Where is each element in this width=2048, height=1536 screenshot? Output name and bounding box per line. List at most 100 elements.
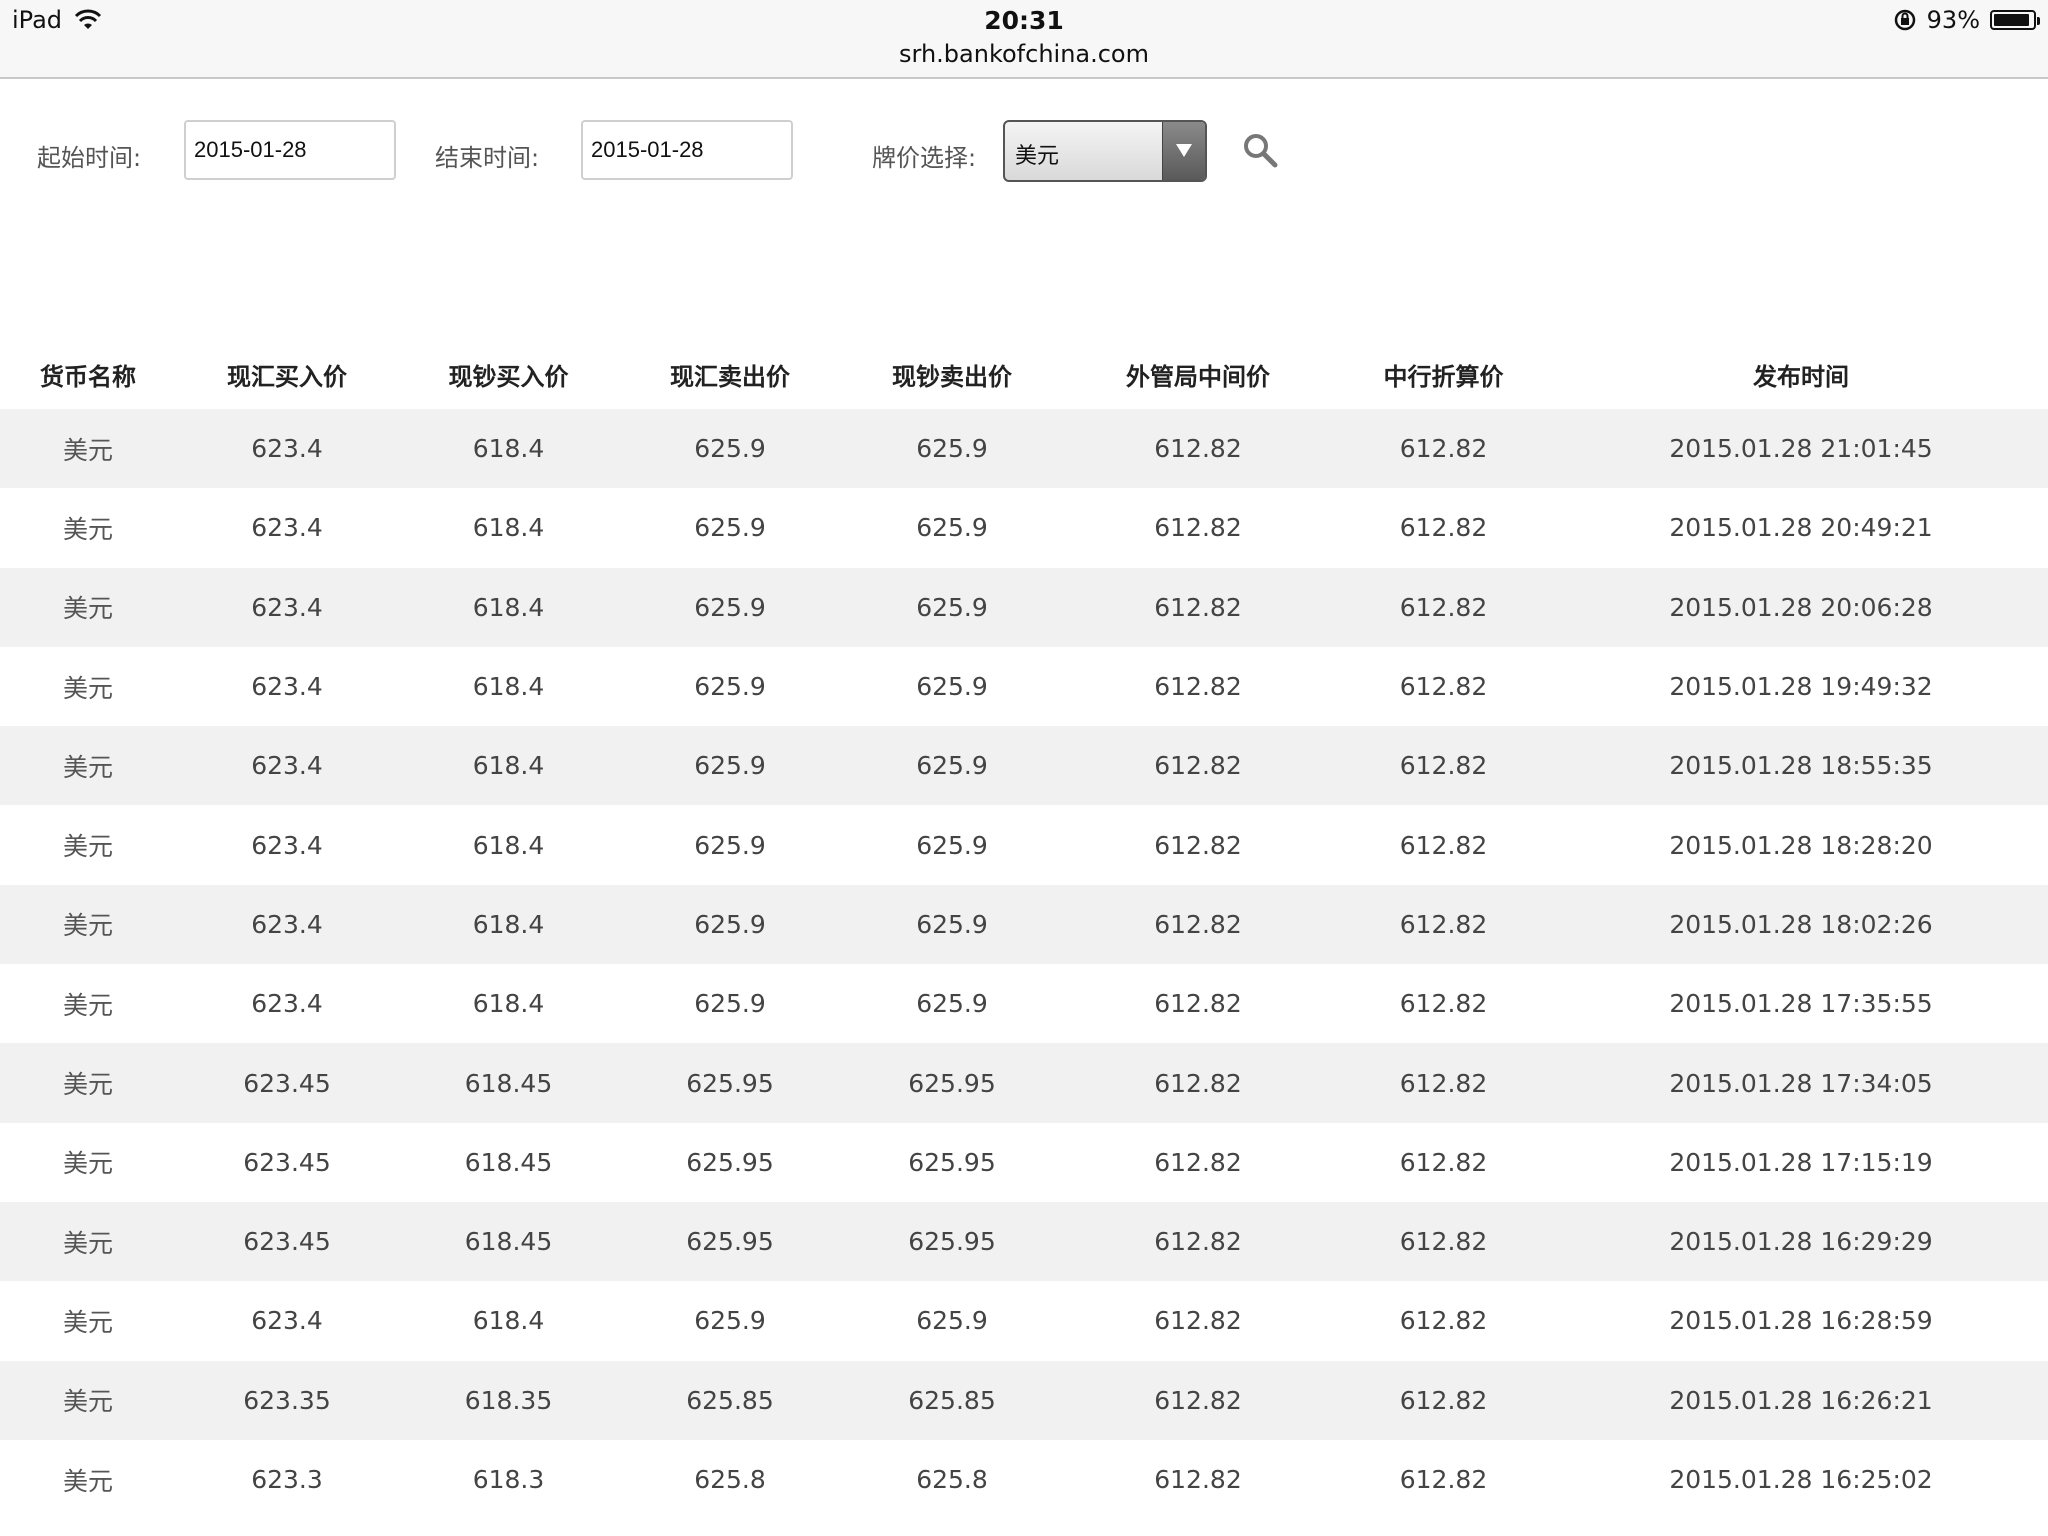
start-time-label: 起始时间: — [37, 144, 142, 172]
table-row: 美元 623.4 618.4 625.9 625.9 612.82 612.82 2015.0… — [0, 567, 2048, 647]
table-row: 美元 623.45 618.45 625.95 625.95 612.82 612.82 20… — [0, 1201, 2048, 1282]
table-header: 货币名称 现汇买入价 现钞买入价 现汇卖出价 现钞卖出价 外管局中间价 中行折算价 发布时间 — [0, 339, 2048, 409]
table-cell: 625.95 — [686, 1068, 774, 1098]
end-time-input[interactable]: 2015-01-28 — [581, 120, 793, 180]
end-time-label: 结束时间: — [435, 144, 540, 172]
table-cell: 618.3 — [472, 1465, 545, 1494]
table-row: 美元 623.4 618.4 625.9 625.9 612.82 612.82 2015.0… — [0, 726, 2048, 806]
price-select-label: 牌价选择: — [872, 144, 977, 172]
table-cell: 612.82 — [1154, 1465, 1242, 1494]
table-cell: 美元 — [62, 1387, 113, 1417]
table-cell: 美元 — [62, 1070, 113, 1100]
table-cell: 623.4 — [251, 513, 323, 543]
table-cell: 625.9 — [916, 830, 988, 860]
table-cell: 618.35 — [464, 1385, 553, 1415]
table-cell: 2015.01.28 17:15:19 — [1669, 1147, 1933, 1177]
table-cell: 623.45 — [243, 1227, 331, 1257]
table-cell: 美元 — [62, 673, 113, 703]
battery-icon — [1990, 10, 2040, 30]
column-header: 货币名称 — [40, 362, 136, 391]
table-cell: 美元 — [62, 514, 113, 544]
table-cell: 612.82 — [1154, 751, 1242, 781]
table-cell: 625.8 — [916, 1465, 988, 1494]
table-cell: 美元 — [62, 1466, 113, 1496]
table-cell: 612.82 — [1154, 1147, 1242, 1177]
table-cell: 618.4 — [472, 751, 545, 781]
table-cell: 625.9 — [694, 830, 766, 860]
table-cell: 612.82 — [1399, 751, 1488, 781]
table-cell: 625.9 — [916, 989, 988, 1019]
table-cell: 美元 — [62, 1307, 113, 1337]
table-cell: 623.45 — [243, 1147, 331, 1177]
table-cell: 612.82 — [1399, 989, 1488, 1019]
table-cell: 623.3 — [251, 1465, 323, 1494]
table-cell: 625.9 — [694, 1306, 766, 1336]
table-cell: 623.4 — [251, 1306, 323, 1336]
table-cell: 623.4 — [251, 672, 323, 702]
table-cell: 612.82 — [1154, 434, 1242, 464]
table-cell: 625.95 — [686, 1147, 774, 1177]
table-cell: 612.82 — [1399, 909, 1488, 939]
table-cell: 美元 — [62, 832, 113, 862]
table-cell: 625.85 — [908, 1385, 996, 1415]
table-cell: 625.95 — [686, 1227, 774, 1257]
table-cell: 625.9 — [916, 672, 988, 702]
column-header: 中行折算价 — [1383, 362, 1504, 391]
currency-select[interactable]: 美元 — [1003, 120, 1207, 182]
table-cell: 618.4 — [472, 513, 545, 543]
table-row: 美元 623.45 618.45 625.95 625.95 612.82 612.82 20… — [0, 1043, 2048, 1123]
table-cell: 612.82 — [1399, 1227, 1488, 1257]
battery-percent: 93% — [1926, 6, 1980, 34]
table-cell: 625.9 — [694, 592, 766, 622]
table-cell: 623.4 — [251, 909, 323, 939]
table-row: 美元 623.4 618.4 625.9 625.9 612.82 612.82 2015.0… — [0, 964, 2048, 1044]
table-cell: 625.9 — [916, 592, 988, 622]
table-cell: 612.82 — [1154, 830, 1242, 860]
column-header: 现钞卖出价 — [892, 362, 1012, 391]
table-cell: 美元 — [62, 911, 113, 941]
battery-level — [1994, 14, 2029, 26]
table-cell: 612.82 — [1399, 434, 1488, 464]
table-cell: 612.82 — [1154, 1306, 1242, 1336]
table-cell: 612.82 — [1154, 592, 1242, 622]
table-cell: 618.4 — [472, 434, 545, 464]
table-cell: 625.95 — [908, 1068, 996, 1098]
table-cell: 625.95 — [908, 1147, 996, 1177]
table-cell: 美元 — [62, 752, 113, 782]
table-cell: 2015.01.28 20:49:21 — [1669, 513, 1933, 543]
table-cell: 2015.01.28 19:49:32 — [1669, 672, 1933, 702]
table-cell: 612.82 — [1154, 1227, 1242, 1257]
table-cell: 美元 — [62, 594, 113, 624]
table-cell: 612.82 — [1154, 989, 1242, 1019]
table-cell: 618.45 — [464, 1147, 553, 1177]
start-time-input[interactable]: 2015-01-28 — [184, 120, 396, 180]
table-cell: 618.4 — [472, 672, 545, 702]
table-cell: 612.82 — [1154, 909, 1242, 939]
table-cell: 612.82 — [1154, 513, 1242, 543]
table-cell: 612.82 — [1399, 1306, 1488, 1336]
table-row: 美元 623.35 618.35 625.85 625.85 612.82 612.82 20… — [0, 1360, 2048, 1440]
table-row: 美元 623.4 618.4 625.9 625.9 612.82 612.82 2015.0… — [0, 884, 2048, 965]
table-cell: 612.82 — [1399, 672, 1488, 702]
table-cell: 625.9 — [694, 751, 766, 781]
table-cell: 625.9 — [694, 989, 766, 1019]
table-body: 美元 623.4 618.4 625.9 625.9 612.82 612.82 2015.0… — [0, 409, 2048, 1520]
status-bar: iPad 20:31 srh.bankofchina.com 93% — [0, 0, 2048, 79]
table-row: 美元 623.4 618.4 625.9 625.9 612.82 612.82 2015.0… — [0, 646, 2048, 727]
table-cell: 623.35 — [243, 1385, 331, 1415]
search-icon[interactable] — [1242, 132, 1278, 168]
table-cell: 625.9 — [694, 513, 766, 543]
table-cell: 625.9 — [916, 751, 988, 781]
address-bar[interactable]: srh.bankofchina.com — [0, 40, 2048, 68]
chevron-down-icon[interactable] — [1162, 122, 1205, 180]
table-cell: 625.9 — [694, 909, 766, 939]
table-row: 美元 623.4 618.4 625.9 625.9 612.82 612.82 2015.0… — [0, 805, 2048, 885]
table-cell: 612.82 — [1154, 672, 1242, 702]
table-cell: 625.9 — [694, 434, 766, 464]
table-cell: 美元 — [62, 435, 113, 465]
table-row: 美元 623.3 618.3 625.8 625.8 612.82 612.82 2015.0… — [0, 1439, 2048, 1520]
table-cell: 612.82 — [1399, 1385, 1488, 1415]
table-row: 美元 623.4 618.4 625.9 625.9 612.82 612.82 2015.0… — [0, 488, 2048, 568]
table-row: 美元 623.4 618.4 625.9 625.9 612.82 612.82 2015.0… — [0, 1281, 2048, 1361]
table-cell: 618.45 — [464, 1227, 553, 1257]
